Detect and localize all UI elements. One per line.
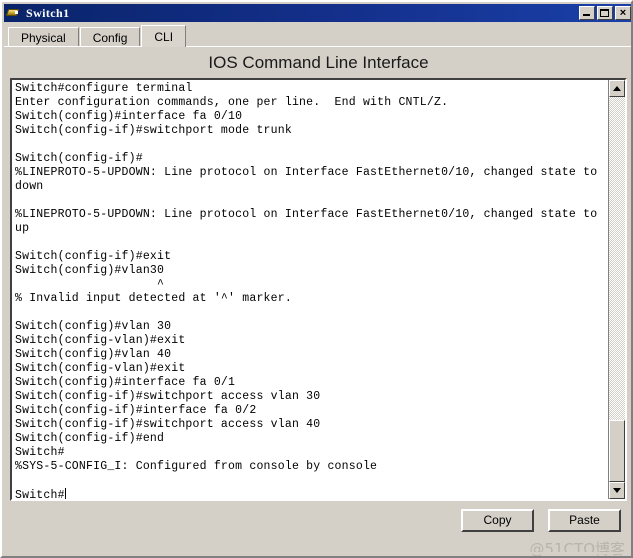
tab-cli[interactable]: CLI — [141, 25, 187, 47]
window-title: Switch1 — [26, 5, 70, 20]
terminal-output-area[interactable]: Switch#configure terminal Enter configur… — [12, 80, 608, 499]
terminal-scrollbar[interactable] — [608, 80, 625, 499]
maximize-icon — [600, 9, 609, 17]
tab-config-label: Config — [92, 30, 128, 45]
switch-cli-window: Switch1 × Physical Config CLI IOS Comman… — [0, 0, 633, 558]
scrollbar-track[interactable] — [609, 97, 625, 482]
scrollbar-thumb[interactable] — [609, 420, 625, 482]
window-controls: × — [579, 6, 631, 20]
switch-icon — [5, 6, 22, 20]
tab-strip: Physical Config CLI — [4, 24, 631, 47]
tab-cli-label: CLI — [154, 29, 174, 44]
minimize-icon — [583, 14, 590, 16]
scroll-down-button[interactable] — [609, 482, 625, 499]
maximize-button[interactable] — [597, 6, 613, 20]
tab-underline — [4, 46, 631, 48]
tab-physical-label: Physical — [21, 30, 66, 45]
copy-button[interactable]: Copy — [461, 508, 534, 532]
watermark: @51CTO博客 — [529, 540, 625, 558]
title-bar: Switch1 × — [4, 4, 631, 22]
bottom-bevel — [4, 552, 631, 554]
minimize-button[interactable] — [579, 6, 595, 20]
terminal-cursor — [64, 488, 66, 499]
close-icon: × — [619, 7, 627, 19]
tab-physical[interactable]: Physical — [8, 27, 79, 47]
terminal-frame: Switch#configure terminal Enter configur… — [10, 78, 627, 501]
tab-config[interactable]: Config — [79, 27, 141, 47]
arrow-down-icon — [613, 488, 621, 493]
panel-title: IOS Command Line Interface — [4, 50, 631, 76]
terminal-output: Switch#configure terminal Enter configur… — [15, 82, 598, 499]
scroll-up-button[interactable] — [609, 80, 625, 97]
paste-button[interactable]: Paste — [548, 508, 621, 532]
close-button[interactable]: × — [615, 6, 631, 20]
arrow-up-icon — [613, 86, 621, 91]
action-button-row: Copy Paste — [2, 506, 631, 534]
